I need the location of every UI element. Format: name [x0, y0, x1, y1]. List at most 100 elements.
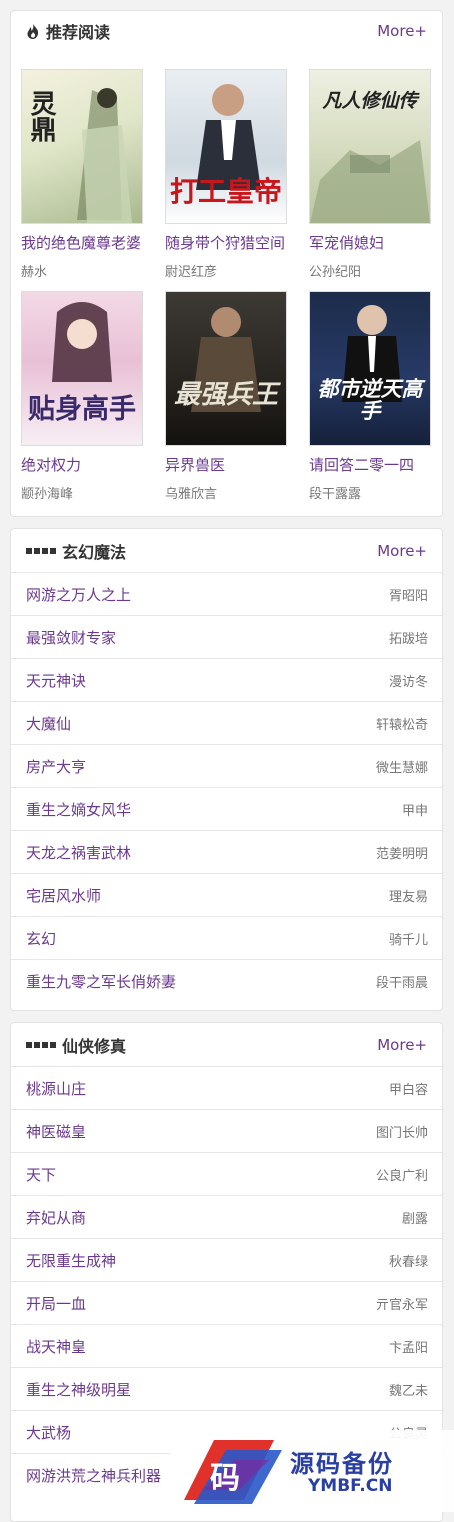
book-card[interactable]: 最强兵王 异界兽医 乌雅欣言: [165, 291, 309, 513]
list-item[interactable]: 宅居风水师 理友易: [11, 874, 442, 917]
list-item-author: 漫访冬: [388, 674, 428, 690]
book-title[interactable]: 绝对权力: [21, 454, 151, 475]
book-title[interactable]: 随身带个狩猎空间: [165, 232, 295, 253]
list-item-title[interactable]: 桃源山庄: [26, 1078, 86, 1099]
book-title[interactable]: 军宠俏媳妇: [309, 232, 439, 253]
list-item-title[interactable]: 大魔仙: [26, 713, 71, 734]
book-cover[interactable]: 最强兵王: [165, 291, 287, 446]
grid-icon: [26, 1041, 56, 1048]
list-item[interactable]: 最强敛财专家 拓跋培: [11, 616, 442, 659]
svg-text:码: 码: [210, 1461, 240, 1496]
book-author: 赫水: [21, 265, 48, 280]
list-item-author: 理友易: [388, 889, 428, 905]
list-item-title[interactable]: 最强敛财专家: [26, 627, 116, 648]
list-item-title[interactable]: 天下: [26, 1164, 56, 1185]
list-item-title[interactable]: 玄幻: [26, 928, 56, 949]
list-item-title[interactable]: 无限重生成神: [26, 1250, 116, 1271]
book-author: 公孙纪阳: [309, 265, 362, 280]
book-card[interactable]: 灵鼎 我的绝色魔尊老婆 赫水: [21, 69, 165, 291]
list-item[interactable]: 天下 公良广利: [11, 1153, 442, 1196]
list-item[interactable]: 重生九零之军长俏娇妻 段干雨晨: [11, 960, 442, 1003]
book-card[interactable]: 贴身高手 绝对权力 颛孙海峰: [21, 291, 165, 513]
list-item-author: 拓跋培: [388, 631, 428, 647]
watermark-url: YMBF.CN: [308, 1476, 393, 1496]
list-item-author: 范姜明明: [375, 846, 428, 862]
list-item-author: 微生慧娜: [375, 760, 428, 776]
cover-title: 凡人修仙传: [322, 90, 418, 112]
list-item[interactable]: 玄幻 骑千儿: [11, 917, 442, 960]
xuanhuan-header: 玄幻魔法 More+: [11, 529, 442, 573]
recommend-more-link[interactable]: More+: [377, 22, 427, 40]
list-item[interactable]: 无限重生成神 秋春绿: [11, 1239, 442, 1282]
book-card[interactable]: 凡人修仙传 军宠俏媳妇 公孙纪阳: [309, 69, 453, 291]
list-item[interactable]: 桃源山庄 甲白容: [11, 1067, 442, 1110]
list-item-author: 轩辕松奇: [375, 717, 428, 733]
list-item[interactable]: 天元神诀 漫访冬: [11, 659, 442, 702]
book-title[interactable]: 我的绝色魔尊老婆: [21, 232, 151, 253]
book-cover[interactable]: 打工皇帝: [165, 69, 287, 224]
list-item-author: 卞孟阳: [388, 1340, 428, 1356]
list-item-title[interactable]: 开局一血: [26, 1293, 86, 1314]
list-item[interactable]: 弃妃从商 剧露: [11, 1196, 442, 1239]
list-item[interactable]: 大魔仙 轩辕松奇: [11, 702, 442, 745]
cover-title: 灵鼎: [26, 90, 56, 142]
list-item[interactable]: 重生之神级明星 魏乙未: [11, 1368, 442, 1411]
list-item-title[interactable]: 天元神诀: [26, 670, 86, 691]
book-author: 段干露露: [309, 487, 362, 502]
recommend-title: 推荐阅读: [46, 23, 111, 42]
book-title[interactable]: 异界兽医: [165, 454, 295, 475]
xuanhuan-more-link[interactable]: More+: [377, 542, 427, 560]
xuanhuan-list: 网游之万人之上 胥昭阳 最强敛财专家 拓跋培 天元神诀 漫访冬 大魔仙 轩辕松奇 房产大…: [11, 573, 442, 1003]
recommend-panel: 推荐阅读 More+ 灵鼎 我的绝色魔尊老婆 赫水 打工皇帝 随身带个狩猎空间 …: [10, 10, 443, 517]
xianxia-title: 仙侠修真: [62, 1036, 127, 1056]
list-item[interactable]: 天龙之祸害武林 范姜明明: [11, 831, 442, 874]
book-cover[interactable]: 贴身高手: [21, 291, 143, 446]
list-item-title[interactable]: 重生之嫡女风华: [26, 799, 131, 820]
flame-icon: [26, 23, 40, 39]
list-item-author: 骑千儿: [388, 932, 428, 948]
xuanhuan-panel: 玄幻魔法 More+ 网游之万人之上 胥昭阳 最强敛财专家 拓跋培 天元神诀 漫访冬 …: [10, 528, 443, 1011]
cover-title: 打工皇帝: [169, 175, 282, 208]
book-author: 颛孙海峰: [21, 487, 74, 502]
xuanhuan-title: 玄幻魔法: [62, 542, 127, 562]
recommend-title-wrap: 推荐阅读: [26, 19, 110, 43]
book-title[interactable]: 请回答二零一四: [309, 454, 439, 475]
list-item-author: 剧露: [401, 1211, 428, 1227]
list-item-title[interactable]: 天龙之祸害武林: [26, 842, 131, 863]
list-item-title[interactable]: 重生九零之军长俏娇妻: [26, 971, 176, 992]
list-item-title[interactable]: 战天神皇: [26, 1336, 86, 1357]
watermark-text: 源码备份: [290, 1449, 394, 1478]
xianxia-more-link[interactable]: More+: [377, 1036, 427, 1054]
list-item[interactable]: 神医磁皇 图门长帅: [11, 1110, 442, 1153]
list-item[interactable]: 重生之嫡女风华 甲申: [11, 788, 442, 831]
book-author: 尉迟红彦: [165, 265, 218, 280]
watermark-logo-icon: 码: [184, 1440, 282, 1504]
list-item-title[interactable]: 神医磁皇: [26, 1121, 86, 1142]
list-item-author: 秋春绿: [388, 1254, 428, 1270]
book-cover[interactable]: 凡人修仙传: [309, 69, 431, 224]
list-item-author: 公良广利: [375, 1168, 428, 1184]
list-item[interactable]: 网游之万人之上 胥昭阳: [11, 573, 442, 616]
list-item-title[interactable]: 弃妃从商: [26, 1207, 86, 1228]
xianxia-title-wrap: 仙侠修真: [26, 1033, 126, 1057]
list-item-title[interactable]: 宅居风水师: [26, 885, 101, 906]
list-item-title[interactable]: 网游之万人之上: [26, 584, 131, 605]
list-item[interactable]: 开局一血 亓官永军: [11, 1282, 442, 1325]
list-item-author: 胥昭阳: [388, 588, 428, 604]
cover-title: 都市逆天高手: [317, 377, 423, 423]
list-item-author: 图门长帅: [375, 1125, 428, 1141]
cover-title: 最强兵王: [173, 380, 278, 410]
list-item-title[interactable]: 大武杨: [26, 1422, 71, 1443]
book-cover[interactable]: 灵鼎: [21, 69, 143, 224]
list-item-title[interactable]: 重生之神级明星: [26, 1379, 131, 1400]
watermark: 码 源码备份 YMBF.CN: [170, 1430, 454, 1512]
book-card[interactable]: 打工皇帝 随身带个狩猎空间 尉迟红彦: [165, 69, 309, 291]
list-item-title[interactable]: 网游洪荒之神兵利器: [26, 1465, 161, 1486]
cover-title: 贴身高手: [28, 394, 136, 425]
list-item[interactable]: 房产大亨 微生慧娜: [11, 745, 442, 788]
list-item-title[interactable]: 房产大亨: [26, 756, 86, 777]
list-item[interactable]: 战天神皇 卞孟阳: [11, 1325, 442, 1368]
book-cover[interactable]: 都市逆天高手: [309, 291, 431, 446]
book-card[interactable]: 都市逆天高手 请回答二零一四 段干露露: [309, 291, 453, 513]
list-item-author: 甲白容: [388, 1082, 428, 1098]
